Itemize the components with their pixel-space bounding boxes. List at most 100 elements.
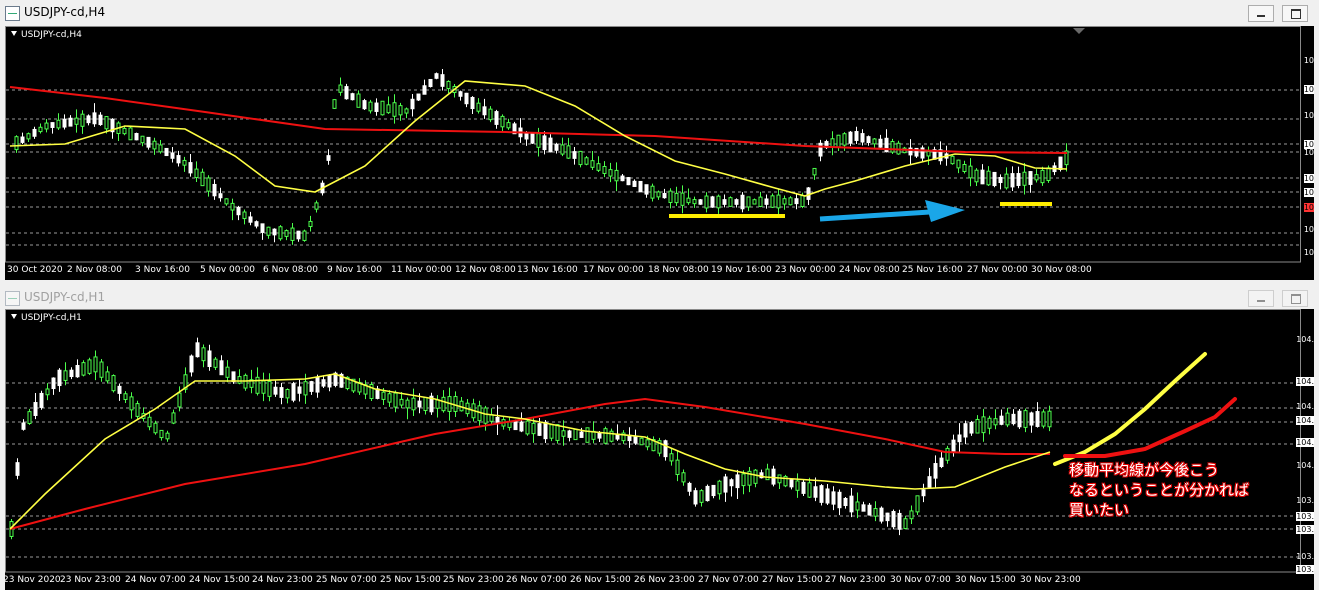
candle-body: [279, 387, 284, 398]
candle-body: [1023, 410, 1028, 428]
candle-body: [171, 412, 176, 424]
candle-body: [44, 122, 49, 130]
candle-body: [315, 376, 320, 393]
candle-body: [578, 150, 583, 166]
candle-body: [327, 374, 332, 388]
candle-body: [999, 415, 1004, 425]
dropdown-triangle-icon[interactable]: [11, 31, 17, 36]
candle-body: [140, 135, 145, 144]
candle-body: [812, 167, 817, 176]
candle-body: [825, 488, 830, 504]
candle-body: [567, 430, 572, 438]
candle-body: [986, 170, 991, 186]
minimize-button[interactable]: [1248, 5, 1274, 22]
candle-body: [189, 355, 194, 373]
time-axis[interactable]: 23 Nov 2020 23 Nov 23:00 24 Nov 07:00 24 No…: [5, 572, 1314, 590]
candle-body: [500, 115, 505, 128]
time-tick-label: 26 Nov 23:00: [634, 575, 695, 585]
candle-body: [752, 199, 757, 205]
time-tick-label: 19 Nov 16:00: [711, 265, 772, 275]
candle-body: [1011, 413, 1016, 425]
candle-body: [950, 155, 955, 165]
candle-body: [1010, 173, 1015, 188]
candle-body: [957, 434, 962, 443]
price-tick-label: 104.: [1296, 416, 1314, 425]
candle-body: [1016, 173, 1021, 186]
window-title-bar[interactable]: USDJPY-cd,H1: [0, 285, 1319, 311]
candle-body: [992, 171, 997, 187]
time-tick-label: 24 Nov 08:00: [839, 265, 900, 275]
candle-body: [519, 421, 524, 432]
candle-body: [704, 195, 709, 209]
time-tick-label: 24 Nov 15:00: [189, 575, 250, 585]
candle-body: [819, 485, 824, 503]
dropdown-triangle-icon[interactable]: [11, 314, 17, 319]
candle-body: [332, 99, 337, 109]
candle-body: [801, 481, 806, 494]
candle-body: [164, 147, 169, 157]
candle-body: [482, 106, 487, 116]
candle-body: [75, 364, 80, 378]
minimize-button[interactable]: [1248, 290, 1274, 307]
candle-body: [765, 468, 770, 481]
candle-body: [435, 399, 440, 409]
candle-body: [411, 397, 416, 411]
price-tick-label: 103.: [1296, 496, 1314, 505]
candle-body: [297, 386, 302, 394]
chart-symbol-label: USDJPY-cd,H1: [11, 313, 82, 323]
candle-body: [1034, 174, 1039, 181]
candle-body: [645, 439, 650, 448]
candle-body: [915, 495, 920, 513]
candle-body: [128, 127, 133, 141]
candle-body: [51, 377, 56, 390]
candle-body: [830, 138, 835, 148]
price-tick-label: 10: [1303, 56, 1314, 65]
candle-body: [861, 504, 866, 512]
candle-body: [494, 111, 499, 125]
price-tick-label: 10: [1303, 85, 1314, 94]
candle-body: [710, 196, 715, 208]
candle-body: [308, 220, 313, 228]
candle-body: [975, 418, 980, 434]
candle-body: [285, 389, 290, 399]
chart-window-icon: [5, 6, 20, 21]
time-axis[interactable]: 30 Oct 2020 2 Nov 08:00 3 Nov 16:00 5 Nov 0…: [5, 262, 1314, 280]
window-title-bar[interactable]: USDJPY-cd,H4: [0, 0, 1319, 26]
candle-body: [122, 127, 127, 135]
candle-body: [579, 431, 584, 438]
price-tick-label: 104.: [1296, 335, 1314, 344]
window-h4: USDJPY-cd,H4 USDJPY-cd,H4 10 10 10 10 10 10 10…: [0, 0, 1319, 285]
candle-body: [1040, 169, 1045, 184]
candle-body: [278, 226, 283, 240]
candle-body: [248, 216, 253, 223]
maximize-button[interactable]: [1282, 5, 1308, 22]
candle-body: [441, 396, 446, 412]
candle-body: [692, 199, 697, 205]
candle-body: [194, 168, 199, 179]
candle-body: [314, 202, 319, 210]
candle-body: [440, 74, 445, 87]
candle-body: [951, 439, 956, 454]
candle-body: [776, 194, 781, 209]
candle-body: [92, 112, 97, 125]
candle-body: [266, 226, 271, 236]
maximize-button[interactable]: [1282, 290, 1308, 307]
chart-area[interactable]: USDJPY-cd,H4 10 10 10 10 10 10 10 10 10 10 30 Oct…: [5, 26, 1314, 280]
candle-body: [980, 169, 985, 185]
candle-body: [831, 491, 836, 505]
candle-body: [62, 118, 67, 128]
candle-body: [260, 223, 265, 233]
time-tick-label: 30 Oct 2020: [7, 265, 63, 275]
candle-body: [686, 197, 691, 204]
candle-body: [302, 230, 307, 241]
candle-body: [134, 133, 139, 141]
candle-body: [344, 86, 349, 100]
candle-body: [255, 376, 260, 394]
projected-fast-ma: [1053, 352, 1207, 466]
candle-body: [86, 115, 91, 124]
candle-body: [261, 380, 266, 394]
candle-body: [531, 422, 536, 435]
candle-body: [597, 432, 602, 439]
chart-area[interactable]: USDJPY-cd,H1 104. 104. 104. 104. 104. 104. 103…: [5, 309, 1314, 590]
candle-body: [813, 486, 818, 498]
